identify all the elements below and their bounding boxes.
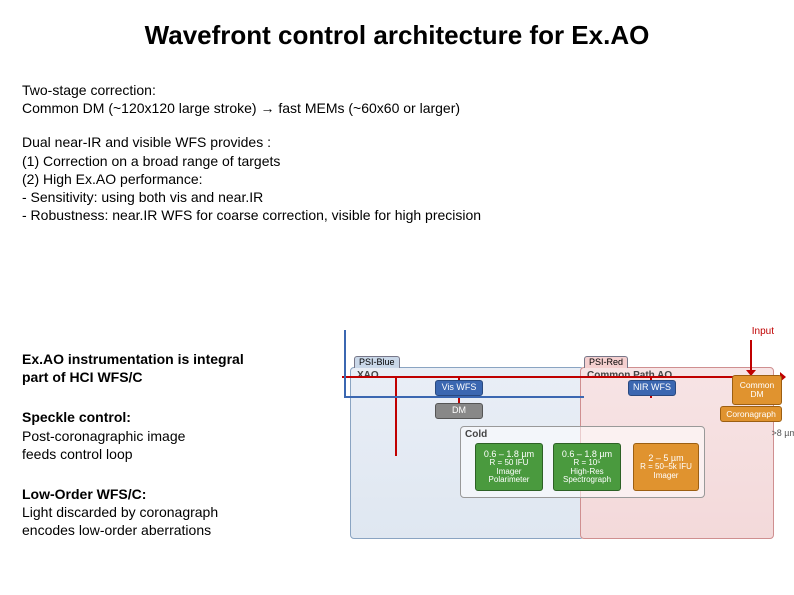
loworder-head: Low-Order WFS/C: <box>22 486 146 502</box>
common-dm-box: Common DM <box>732 375 782 405</box>
paragraph-two-stage: Two-stage correction: Common DM (~120x12… <box>0 81 794 117</box>
instr-l2: part of HCI WFS/C <box>22 369 143 385</box>
left-column: Ex.AO instrumentation is integral part o… <box>22 350 322 562</box>
psi-blue-tab: PSI-Blue <box>354 356 400 368</box>
dual-l4: - Sensitivity: using both vis and near.I… <box>22 189 263 205</box>
cold-title: Cold <box>465 429 487 440</box>
two-stage-l2: Common DM (~120x120 large stroke) → fast… <box>22 100 460 116</box>
dual-l3: (2) High Ex.AO performance: <box>22 171 203 187</box>
feedback-v <box>344 330 346 396</box>
psi-red-tab: PSI-Red <box>584 356 628 368</box>
speckle-l1: Post-coronagraphic image <box>22 428 185 444</box>
gt8-label: >8 µm <box>769 428 794 438</box>
dual-l1: Dual near-IR and visible WFS provides : <box>22 134 271 150</box>
architecture-diagram: Input PSI-Blue PSI-Red XAO Common Path A… <box>340 330 780 560</box>
highres-spectrograph-box: 0.6 – 1.8 µm R = 10⁵ High-Res Spectrogra… <box>553 443 621 491</box>
loworder-l1: Light discarded by coronagraph <box>22 504 218 520</box>
cb3-l3: Imager <box>640 472 692 480</box>
speckle-head: Speckle control: <box>22 409 131 425</box>
main-bus <box>342 376 774 378</box>
ifu-imager-box: 2 – 5 µm R = 50–5k IFU Imager <box>633 443 699 491</box>
dual-l5: - Robustness: near.IR WFS for coarse cor… <box>22 207 481 223</box>
input-arrow <box>750 340 752 370</box>
cb2-l4: Spectrograph <box>562 476 612 484</box>
drop-1 <box>395 376 397 456</box>
page-title: Wavefront control architecture for Ex.AO <box>0 0 794 51</box>
nir-wfs-box: NIR WFS <box>628 380 676 396</box>
input-label: Input <box>752 326 774 337</box>
instr-l1: Ex.AO instrumentation is integral <box>22 351 244 367</box>
speckle-l2: feeds control loop <box>22 446 133 462</box>
coronagraph-box: Coronagraph <box>720 406 782 422</box>
para-loworder: Low-Order WFS/C: Light discarded by coro… <box>22 485 322 540</box>
feedback-h <box>344 396 584 398</box>
paragraph-dual-wfs: Dual near-IR and visible WFS provides : … <box>0 133 794 224</box>
two-stage-l1: Two-stage correction: <box>22 82 156 98</box>
dual-l2: (1) Correction on a broad range of targe… <box>22 153 280 169</box>
cb1-l4: Polarimeter <box>484 476 534 484</box>
common-dm-l2: DM <box>740 390 774 399</box>
para-speckle: Speckle control: Post-coronagraphic imag… <box>22 408 322 463</box>
dm-box: DM <box>435 403 483 419</box>
cold-panel: Cold 0.6 – 1.8 µm R = 50 IFU Imager Pola… <box>460 426 705 498</box>
vis-wfs-box: Vis WFS <box>435 380 483 396</box>
para-instrumentation: Ex.AO instrumentation is integral part o… <box>22 350 322 386</box>
loworder-l2: encodes low-order aberrations <box>22 522 211 538</box>
imager-polarimeter-box: 0.6 – 1.8 µm R = 50 IFU Imager Polarimet… <box>475 443 543 491</box>
